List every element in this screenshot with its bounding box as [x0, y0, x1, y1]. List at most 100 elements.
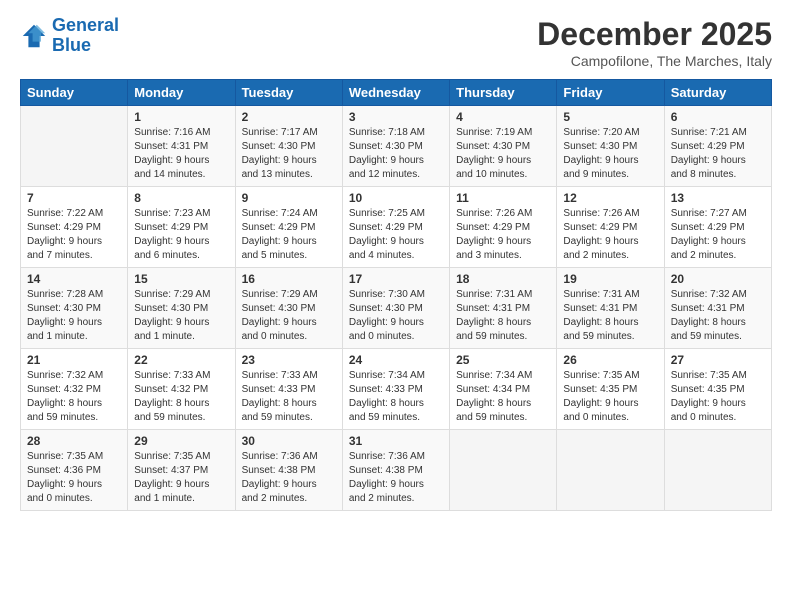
calendar-cell: 17Sunrise: 7:30 AMSunset: 4:30 PMDayligh…: [342, 268, 449, 349]
title-area: December 2025 Campofilone, The Marches, …: [537, 16, 772, 69]
day-info: Sunrise: 7:19 AMSunset: 4:30 PMDaylight:…: [456, 126, 550, 182]
logo-text: General Blue: [52, 16, 119, 56]
location-title: Campofilone, The Marches, Italy: [537, 53, 772, 69]
day-number: 18: [456, 272, 550, 286]
day-number: 9: [242, 191, 336, 205]
day-info: Sunrise: 7:21 AMSunset: 4:29 PMDaylight:…: [671, 126, 765, 182]
calendar-cell: 10 Sunrise: 7:25 AMSunset: 4:29 PMDayligh…: [342, 187, 449, 268]
day-info: Sunrise: 7:23 AMSunset: 4:29 PMDaylight:…: [134, 207, 228, 263]
day-number: 2: [242, 110, 336, 124]
weekday-header: Monday: [128, 80, 235, 106]
day-number: 1: [134, 110, 228, 124]
day-number: 13: [671, 191, 765, 205]
calendar-cell: 22 Sunrise: 7:33 AMSunset: 4:32 PMDayligh…: [128, 349, 235, 430]
day-info: Sunrise: 7:36 AMSunset: 4:38 PMDaylight:…: [349, 450, 443, 506]
weekday-header: Sunday: [21, 80, 128, 106]
calendar-cell: 6 Sunrise: 7:21 AMSunset: 4:29 PMDaylight…: [664, 106, 771, 187]
day-number: 24: [349, 353, 443, 367]
calendar-cell: 7Sunrise: 7:22 AMSunset: 4:29 PMDaylight…: [21, 187, 128, 268]
day-info: Sunrise: 7:31 AMSunset: 4:31 PMDaylight:…: [456, 288, 550, 344]
calendar-cell: 27Sunrise: 7:35 AMSunset: 4:35 PMDayligh…: [664, 349, 771, 430]
day-info: Sunrise: 7:17 AMSunset: 4:30 PMDaylight:…: [242, 126, 336, 182]
day-info: Sunrise: 7:26 AMSunset: 4:29 PMDaylight:…: [456, 207, 550, 263]
calendar-cell: 5 Sunrise: 7:20 AMSunset: 4:30 PMDaylight…: [557, 106, 664, 187]
calendar-week-row: 14Sunrise: 7:28 AMSunset: 4:30 PMDayligh…: [21, 268, 772, 349]
calendar-week-row: 1 Sunrise: 7:16 AMSunset: 4:31 PMDaylight…: [21, 106, 772, 187]
header: General Blue December 2025 Campofilone, …: [20, 16, 772, 69]
calendar-cell: 14Sunrise: 7:28 AMSunset: 4:30 PMDayligh…: [21, 268, 128, 349]
day-info: Sunrise: 7:27 AMSunset: 4:29 PMDaylight:…: [671, 207, 765, 263]
calendar-cell: 8 Sunrise: 7:23 AMSunset: 4:29 PMDaylight…: [128, 187, 235, 268]
day-number: 29: [134, 434, 228, 448]
day-info: Sunrise: 7:35 AMSunset: 4:35 PMDaylight:…: [671, 369, 765, 425]
day-number: 10: [349, 191, 443, 205]
day-number: 14: [27, 272, 121, 286]
calendar-cell: 12Sunrise: 7:26 AMSunset: 4:29 PMDayligh…: [557, 187, 664, 268]
day-number: 8: [134, 191, 228, 205]
day-number: 30: [242, 434, 336, 448]
calendar-cell: 20Sunrise: 7:32 AMSunset: 4:31 PMDayligh…: [664, 268, 771, 349]
day-info: Sunrise: 7:32 AMSunset: 4:31 PMDaylight:…: [671, 288, 765, 344]
day-info: Sunrise: 7:34 AMSunset: 4:34 PMDaylight:…: [456, 369, 550, 425]
calendar-cell: 13 Sunrise: 7:27 AMSunset: 4:29 PMDayligh…: [664, 187, 771, 268]
calendar-cell: 4 Sunrise: 7:19 AMSunset: 4:30 PMDaylight…: [450, 106, 557, 187]
day-number: 3: [349, 110, 443, 124]
day-info: Sunrise: 7:34 AMSunset: 4:33 PMDaylight:…: [349, 369, 443, 425]
calendar-week-row: 21Sunrise: 7:32 AMSunset: 4:32 PMDayligh…: [21, 349, 772, 430]
day-info: Sunrise: 7:20 AMSunset: 4:30 PMDaylight:…: [563, 126, 657, 182]
day-number: 5: [563, 110, 657, 124]
day-info: Sunrise: 7:18 AMSunset: 4:30 PMDaylight:…: [349, 126, 443, 182]
day-number: 4: [456, 110, 550, 124]
month-title: December 2025: [537, 16, 772, 53]
day-number: 26: [563, 353, 657, 367]
day-number: 22: [134, 353, 228, 367]
calendar-cell: 25 Sunrise: 7:34 AMSunset: 4:34 PMDayligh…: [450, 349, 557, 430]
day-number: 17: [349, 272, 443, 286]
weekday-header: Thursday: [450, 80, 557, 106]
calendar-cell: 21Sunrise: 7:32 AMSunset: 4:32 PMDayligh…: [21, 349, 128, 430]
calendar-cell: [557, 430, 664, 511]
calendar-week-row: 28Sunrise: 7:35 AMSunset: 4:36 PMDayligh…: [21, 430, 772, 511]
logo-icon: [20, 22, 48, 50]
calendar-header-row: SundayMondayTuesdayWednesdayThursdayFrid…: [21, 80, 772, 106]
calendar-cell: 19 Sunrise: 7:31 AMSunset: 4:31 PMDayligh…: [557, 268, 664, 349]
calendar-cell: 23Sunrise: 7:33 AMSunset: 4:33 PMDayligh…: [235, 349, 342, 430]
day-info: Sunrise: 7:16 AMSunset: 4:31 PMDaylight:…: [134, 126, 228, 182]
calendar-cell: 29Sunrise: 7:35 AMSunset: 4:37 PMDayligh…: [128, 430, 235, 511]
page: General Blue December 2025 Campofilone, …: [0, 0, 792, 521]
day-info: Sunrise: 7:32 AMSunset: 4:32 PMDaylight:…: [27, 369, 121, 425]
day-number: 25: [456, 353, 550, 367]
calendar-cell: 1 Sunrise: 7:16 AMSunset: 4:31 PMDaylight…: [128, 106, 235, 187]
day-info: Sunrise: 7:24 AMSunset: 4:29 PMDaylight:…: [242, 207, 336, 263]
day-info: Sunrise: 7:25 AMSunset: 4:29 PMDaylight:…: [349, 207, 443, 263]
day-number: 15: [134, 272, 228, 286]
day-info: Sunrise: 7:29 AMSunset: 4:30 PMDaylight:…: [242, 288, 336, 344]
day-info: Sunrise: 7:22 AMSunset: 4:29 PMDaylight:…: [27, 207, 121, 263]
calendar-cell: 30Sunrise: 7:36 AMSunset: 4:38 PMDayligh…: [235, 430, 342, 511]
calendar-cell: 31Sunrise: 7:36 AMSunset: 4:38 PMDayligh…: [342, 430, 449, 511]
day-number: 6: [671, 110, 765, 124]
calendar-cell: 11 Sunrise: 7:26 AMSunset: 4:29 PMDayligh…: [450, 187, 557, 268]
day-info: Sunrise: 7:31 AMSunset: 4:31 PMDaylight:…: [563, 288, 657, 344]
calendar-cell: 18 Sunrise: 7:31 AMSunset: 4:31 PMDayligh…: [450, 268, 557, 349]
calendar-cell: 24 Sunrise: 7:34 AMSunset: 4:33 PMDayligh…: [342, 349, 449, 430]
weekday-header: Tuesday: [235, 80, 342, 106]
day-info: Sunrise: 7:35 AMSunset: 4:36 PMDaylight:…: [27, 450, 121, 506]
calendar-cell: [664, 430, 771, 511]
day-info: Sunrise: 7:29 AMSunset: 4:30 PMDaylight:…: [134, 288, 228, 344]
logo: General Blue: [20, 16, 119, 56]
day-number: 19: [563, 272, 657, 286]
day-number: 12: [563, 191, 657, 205]
calendar-cell: 26 Sunrise: 7:35 AMSunset: 4:35 PMDayligh…: [557, 349, 664, 430]
day-number: 23: [242, 353, 336, 367]
calendar-cell: 2 Sunrise: 7:17 AMSunset: 4:30 PMDaylight…: [235, 106, 342, 187]
calendar: SundayMondayTuesdayWednesdayThursdayFrid…: [20, 79, 772, 511]
logo-line1: General: [52, 15, 119, 35]
weekday-header: Saturday: [664, 80, 771, 106]
day-info: Sunrise: 7:35 AMSunset: 4:35 PMDaylight:…: [563, 369, 657, 425]
day-number: 11: [456, 191, 550, 205]
calendar-cell: 9 Sunrise: 7:24 AMSunset: 4:29 PMDaylight…: [235, 187, 342, 268]
weekday-header: Wednesday: [342, 80, 449, 106]
calendar-cell: [21, 106, 128, 187]
day-info: Sunrise: 7:33 AMSunset: 4:32 PMDaylight:…: [134, 369, 228, 425]
